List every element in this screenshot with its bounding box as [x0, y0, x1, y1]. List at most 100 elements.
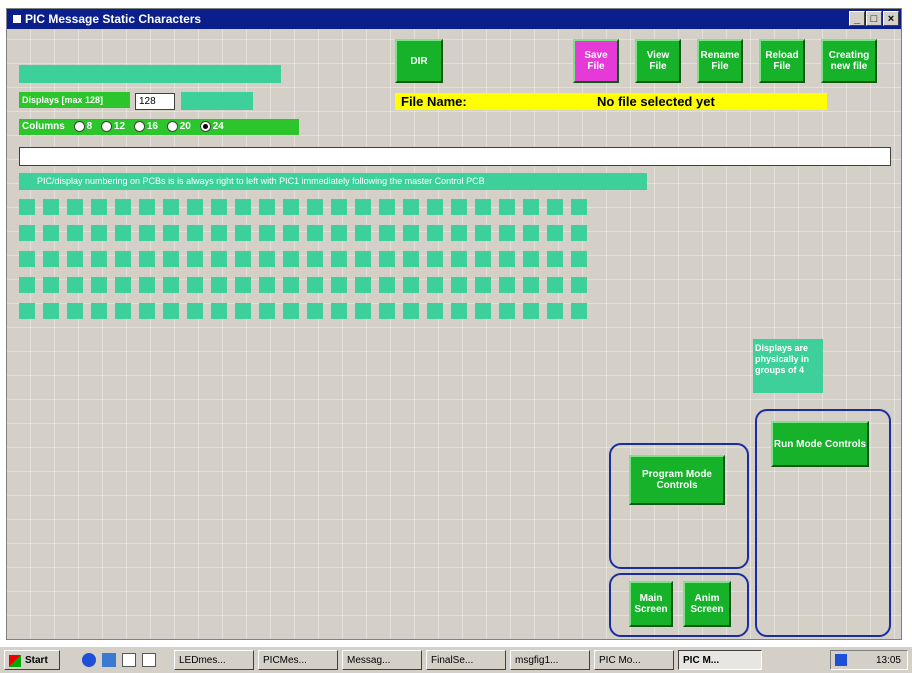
character-cell[interactable]: [19, 199, 35, 215]
dir-button[interactable]: DIR: [395, 39, 443, 83]
character-cell[interactable]: [355, 199, 371, 215]
columns-radio-16[interactable]: [133, 120, 145, 132]
maximize-button[interactable]: □: [866, 11, 882, 26]
character-cell[interactable]: [139, 251, 155, 267]
character-cell[interactable]: [403, 199, 419, 215]
character-cell[interactable]: [475, 277, 491, 293]
task-pic-mo[interactable]: PIC Mo...: [594, 650, 674, 670]
character-cell[interactable]: [427, 277, 443, 293]
character-cell[interactable]: [499, 199, 515, 215]
browser-icon[interactable]: [82, 653, 96, 667]
character-cell[interactable]: [211, 303, 227, 319]
character-cell[interactable]: [547, 303, 563, 319]
character-cell[interactable]: [187, 199, 203, 215]
character-cell[interactable]: [451, 277, 467, 293]
character-cell[interactable]: [235, 199, 251, 215]
minimize-button[interactable]: _: [849, 11, 865, 26]
task-messag[interactable]: Messag...: [342, 650, 422, 670]
character-cell[interactable]: [499, 225, 515, 241]
task-msgfig1[interactable]: msgfig1...: [510, 650, 590, 670]
character-cell[interactable]: [307, 251, 323, 267]
character-cell[interactable]: [163, 303, 179, 319]
character-cell[interactable]: [139, 303, 155, 319]
character-cell[interactable]: [379, 199, 395, 215]
character-cell[interactable]: [403, 303, 419, 319]
character-cell[interactable]: [307, 277, 323, 293]
character-cell[interactable]: [379, 251, 395, 267]
quicklaunch-icon-2[interactable]: [142, 653, 156, 667]
character-cell[interactable]: [187, 225, 203, 241]
task-ledmes[interactable]: LEDmes...: [174, 650, 254, 670]
character-cell[interactable]: [571, 199, 587, 215]
character-cell[interactable]: [67, 303, 83, 319]
character-cell[interactable]: [571, 277, 587, 293]
character-cell[interactable]: [499, 303, 515, 319]
columns-radio-20[interactable]: [166, 120, 178, 132]
character-cell[interactable]: [235, 251, 251, 267]
character-cell[interactable]: [115, 199, 131, 215]
character-cell[interactable]: [403, 277, 419, 293]
character-cell[interactable]: [43, 277, 59, 293]
character-cell[interactable]: [91, 277, 107, 293]
character-cell[interactable]: [67, 199, 83, 215]
character-cell[interactable]: [427, 303, 443, 319]
close-button[interactable]: ×: [883, 11, 899, 26]
character-cell[interactable]: [403, 225, 419, 241]
character-cell[interactable]: [499, 277, 515, 293]
character-cell[interactable]: [571, 303, 587, 319]
character-cell[interactable]: [115, 277, 131, 293]
anim-screen-button[interactable]: Anim Screen: [683, 581, 731, 627]
task-picmes[interactable]: PICMes...: [258, 650, 338, 670]
character-cell[interactable]: [379, 277, 395, 293]
character-cell[interactable]: [187, 303, 203, 319]
character-cell[interactable]: [355, 251, 371, 267]
character-cell[interactable]: [43, 251, 59, 267]
character-cell[interactable]: [571, 225, 587, 241]
character-cell[interactable]: [163, 277, 179, 293]
character-cell[interactable]: [91, 199, 107, 215]
character-cell[interactable]: [523, 277, 539, 293]
columns-radio-24[interactable]: [199, 120, 211, 132]
character-cell[interactable]: [451, 199, 467, 215]
main-screen-button[interactable]: Main Screen: [629, 581, 673, 627]
character-cell[interactable]: [571, 251, 587, 267]
character-cell[interactable]: [163, 199, 179, 215]
character-cell[interactable]: [91, 251, 107, 267]
character-cell[interactable]: [523, 251, 539, 267]
new-file-button[interactable]: Creating new file: [821, 39, 877, 83]
character-cell[interactable]: [67, 225, 83, 241]
character-cell[interactable]: [19, 251, 35, 267]
desktop-icon[interactable]: [102, 653, 116, 667]
character-cell[interactable]: [19, 303, 35, 319]
quicklaunch-icon-1[interactable]: [122, 653, 136, 667]
character-cell[interactable]: [67, 277, 83, 293]
character-cell[interactable]: [475, 199, 491, 215]
tray-network-icon[interactable]: [835, 654, 847, 666]
character-cell[interactable]: [379, 303, 395, 319]
columns-radio-8[interactable]: [73, 120, 85, 132]
character-cell[interactable]: [235, 225, 251, 241]
character-cell[interactable]: [355, 225, 371, 241]
run-mode-button[interactable]: Run Mode Controls: [771, 421, 869, 467]
columns-radio-12[interactable]: [100, 120, 112, 132]
start-button[interactable]: Start: [4, 650, 60, 670]
character-cell[interactable]: [451, 225, 467, 241]
character-cell[interactable]: [139, 277, 155, 293]
character-cell[interactable]: [139, 225, 155, 241]
character-cell[interactable]: [115, 225, 131, 241]
character-cell[interactable]: [235, 277, 251, 293]
character-cell[interactable]: [67, 251, 83, 267]
character-cell[interactable]: [283, 225, 299, 241]
character-cell[interactable]: [43, 303, 59, 319]
character-cell[interactable]: [211, 251, 227, 267]
reload-file-button[interactable]: Reload File: [759, 39, 805, 83]
character-cell[interactable]: [475, 225, 491, 241]
character-cell[interactable]: [211, 277, 227, 293]
character-cell[interactable]: [355, 303, 371, 319]
displays-input[interactable]: 128: [135, 93, 175, 110]
character-cell[interactable]: [427, 199, 443, 215]
character-cell[interactable]: [259, 225, 275, 241]
character-cell[interactable]: [451, 303, 467, 319]
character-cell[interactable]: [91, 225, 107, 241]
character-cell[interactable]: [523, 303, 539, 319]
